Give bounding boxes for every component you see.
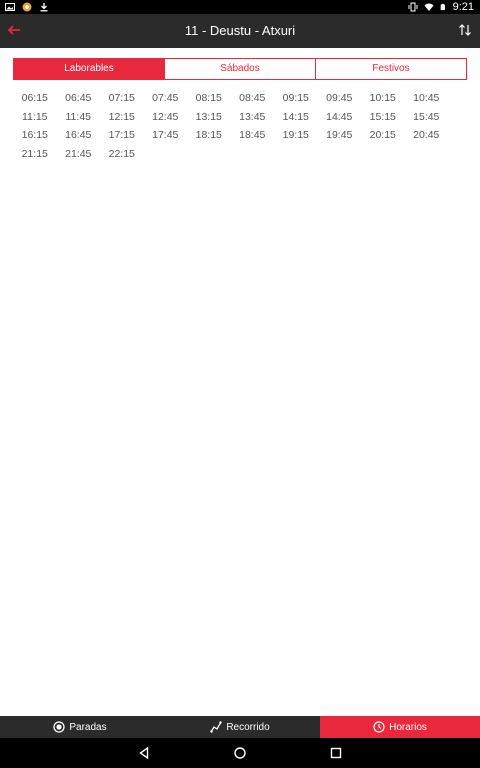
departure-time: 17:15 [108, 129, 135, 141]
departure-time: 16:45 [65, 129, 92, 141]
departure-time: 19:45 [326, 129, 353, 141]
image-icon [5, 3, 15, 11]
status-bar: 9:21 [0, 0, 480, 14]
recents-square-icon[interactable] [328, 745, 344, 761]
departure-time: 11:15 [22, 110, 48, 123]
departure-time: 18:45 [239, 129, 266, 141]
clock-time: 9:21 [452, 1, 474, 13]
departure-time: 14:45 [326, 110, 353, 123]
departure-time: 11:45 [65, 110, 92, 123]
departure-time: 06:45 [65, 92, 92, 104]
nav-horarios-label: Horarios [389, 721, 427, 733]
departure-time: 14:15 [282, 110, 309, 123]
departure-time: 06:15 [21, 92, 48, 104]
system-nav-bar [0, 738, 480, 768]
departure-time: 18:15 [195, 129, 222, 141]
departure-time: 19:15 [282, 129, 309, 141]
departure-time: 08:15 [195, 92, 222, 104]
departure-time: 09:15 [282, 92, 309, 104]
departure-time: 07:15 [108, 92, 135, 104]
battery-icon [440, 3, 445, 11]
tab-sabados[interactable]: Sábados [165, 59, 316, 79]
clock-icon [373, 721, 385, 733]
nav-recorrido[interactable]: Recorrido [160, 716, 320, 738]
departure-time: 22:15 [108, 147, 135, 160]
departure-time: 12:15 [108, 110, 135, 123]
departure-time: 09:45 [326, 92, 353, 104]
tab-festivos[interactable]: Festivos [316, 59, 466, 79]
departure-time: 07:45 [152, 92, 179, 104]
tab-laborables[interactable]: Laborables [14, 59, 165, 79]
download-icon [40, 3, 48, 12]
departure-time: 10:15 [369, 92, 396, 104]
wifi-icon [424, 3, 434, 11]
nav-horarios[interactable]: Horarios [320, 716, 480, 738]
page-title: 11 - Deustu - Atxuri [184, 23, 296, 38]
departure-time: 15:15 [369, 110, 396, 123]
departure-time: 08:45 [239, 92, 266, 104]
bottom-nav: Paradas Recorrido Horarios [0, 716, 480, 738]
departure-time: 16:15 [21, 129, 48, 141]
swap-vertical-icon[interactable] [458, 23, 472, 37]
nav-recorrido-label: Recorrido [226, 721, 270, 733]
nav-paradas[interactable]: Paradas [0, 716, 160, 738]
route-icon [210, 721, 223, 733]
departure-time: 13:45 [239, 110, 266, 123]
departure-time: 15:45 [413, 110, 440, 123]
departure-time: 21:15 [21, 147, 48, 160]
departure-time: 13:15 [195, 110, 222, 123]
back-triangle-icon[interactable] [136, 745, 152, 761]
departure-time: 12:45 [152, 110, 179, 123]
vibrate-icon [408, 2, 418, 12]
home-circle-icon[interactable] [232, 745, 248, 761]
departure-time: 17:45 [152, 129, 179, 141]
departure-time: 20:45 [413, 129, 440, 141]
schedule-tabs: Laborables Sábados Festivos [13, 58, 467, 80]
departure-time: 20:15 [369, 129, 396, 141]
nav-paradas-label: Paradas [69, 721, 107, 733]
departure-time: 10:45 [413, 92, 440, 104]
app-bar: 11 - Deustu - Atxuri [0, 14, 480, 48]
stop-circle-icon [53, 721, 66, 733]
notification-icon [22, 2, 32, 12]
departure-time: 21:45 [65, 147, 92, 160]
times-grid: 06:15 06:45 07:15 07:45 08:15 08:45 09:15 09:45… [13, 89, 467, 163]
